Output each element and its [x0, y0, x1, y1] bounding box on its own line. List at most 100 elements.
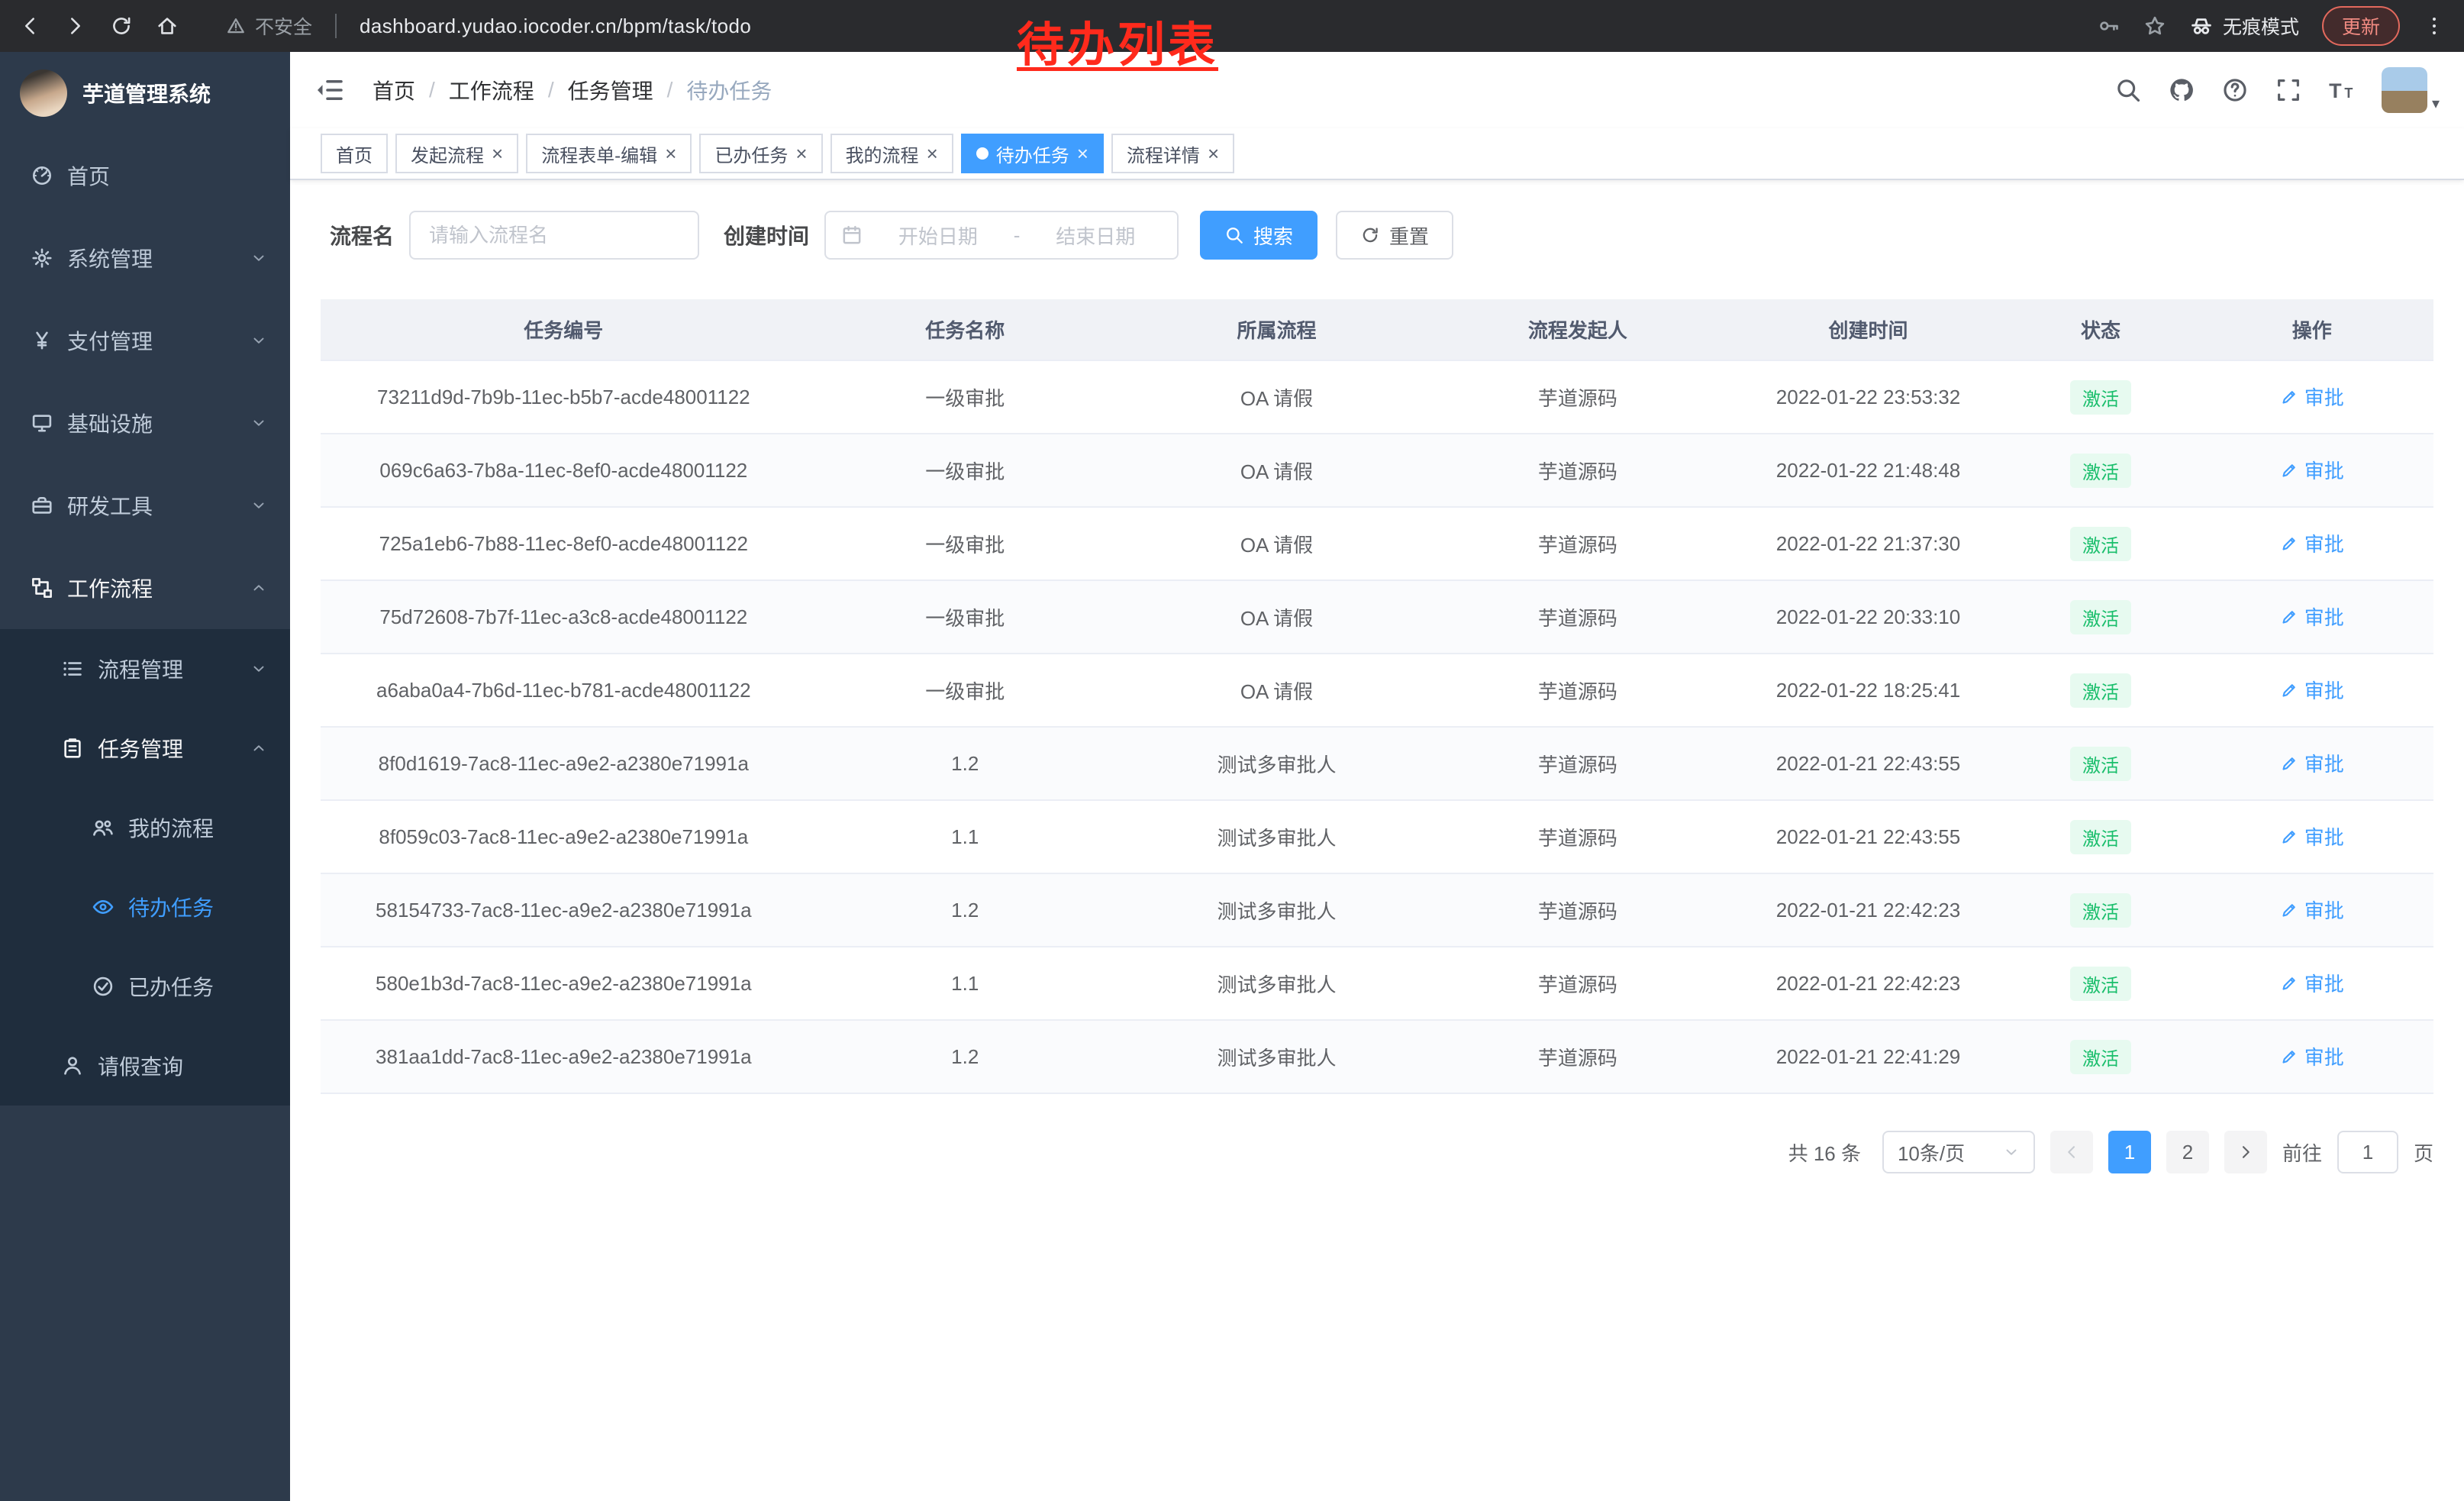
reset-button[interactable]: 重置 — [1336, 211, 1453, 260]
date-range-picker[interactable]: 开始日期 - 结束日期 — [824, 211, 1179, 260]
approve-link[interactable]: 审批 — [2280, 383, 2344, 411]
approve-link[interactable]: 审批 — [2280, 1042, 2344, 1070]
tab-0[interactable]: 首页 — [321, 134, 388, 173]
address-bar[interactable]: dashboard.yudao.iocoder.cn/bpm/task/todo — [360, 15, 751, 38]
approve-link[interactable]: 审批 — [2280, 896, 2344, 924]
sidebar-item-label: 基础设施 — [67, 408, 153, 438]
tab-5[interactable]: 待办任务 × — [961, 134, 1104, 173]
chevron-left-icon — [2062, 1143, 2081, 1161]
security-indicator[interactable]: 不安全 — [226, 12, 312, 40]
table-row-2: 725a1eb6-7b88-11ec-8ef0-acde48001122一级审批… — [321, 507, 2433, 580]
visited-tabs-bar: 首页发起流程×流程表单-编辑×已办任务×我的流程×待办任务×流程详情× — [290, 128, 2464, 180]
sidebar-item-9[interactable]: 待办任务 — [0, 867, 290, 947]
search-button-label: 搜索 — [1253, 221, 1293, 250]
cell-initiator: 芋道源码 — [1430, 1020, 1726, 1093]
page-button-2[interactable]: 2 — [2166, 1131, 2209, 1173]
next-page-button[interactable] — [2224, 1131, 2267, 1173]
page-button-1[interactable]: 1 — [2108, 1131, 2151, 1173]
breadcrumb-item-1[interactable]: 工作流程 — [449, 75, 534, 105]
page-size-select[interactable]: 10条/页 — [1882, 1131, 2035, 1173]
close-icon[interactable]: × — [1077, 144, 1088, 163]
sidebar-item-8[interactable]: 我的流程 — [0, 788, 290, 867]
sidebar-item-5[interactable]: 工作流程 — [0, 547, 290, 629]
back-icon[interactable] — [18, 15, 41, 37]
help-icon[interactable] — [2221, 76, 2249, 104]
sidebar-item-2[interactable]: 支付管理 — [0, 299, 290, 382]
status-badge: 激活 — [2070, 1040, 2131, 1074]
chevron-down-icon — [2003, 1144, 2020, 1160]
close-icon[interactable]: × — [795, 144, 807, 163]
prev-page-button[interactable] — [2050, 1131, 2093, 1173]
sidebar-item-10[interactable]: 已办任务 — [0, 947, 290, 1026]
chevron-down-icon — [250, 332, 267, 349]
close-icon[interactable]: × — [665, 144, 676, 163]
search-icon[interactable] — [2114, 76, 2142, 104]
approve-label: 审批 — [2304, 822, 2344, 851]
tab-4[interactable]: 我的流程× — [830, 134, 953, 173]
sidebar-item-3[interactable]: 基础设施 — [0, 382, 290, 464]
kebab-menu-icon[interactable] — [2423, 15, 2446, 37]
github-icon[interactable] — [2168, 76, 2195, 104]
approve-link[interactable]: 审批 — [2280, 602, 2344, 631]
sidebar-item-0[interactable]: 首页 — [0, 134, 290, 217]
process-name-input[interactable] — [409, 211, 699, 260]
home-icon[interactable] — [156, 15, 179, 37]
fullscreen-icon[interactable] — [2275, 76, 2302, 104]
workflow-icon — [31, 576, 53, 599]
people-icon — [92, 816, 114, 839]
cell-task-id: 580e1b3d-7ac8-11ec-a9e2-a2380e71991a — [321, 947, 807, 1020]
goto-page-input[interactable] — [2337, 1131, 2398, 1173]
tab-3[interactable]: 已办任务× — [699, 134, 822, 173]
approve-link[interactable]: 审批 — [2280, 749, 2344, 777]
status-badge: 激活 — [2070, 967, 2131, 1001]
sidebar-item-1[interactable]: 系统管理 — [0, 217, 290, 299]
approve-link[interactable]: 审批 — [2280, 676, 2344, 704]
status-badge: 激活 — [2070, 747, 2131, 781]
reload-icon[interactable] — [110, 15, 133, 37]
cell-task-name: 一级审批 — [807, 360, 1124, 434]
tab-label: 待办任务 — [996, 140, 1069, 167]
user-menu[interactable]: ▾ — [2382, 67, 2440, 113]
approve-link[interactable]: 审批 — [2280, 822, 2344, 851]
approve-link[interactable]: 审批 — [2280, 456, 2344, 484]
cell-initiator: 芋道源码 — [1430, 360, 1726, 434]
security-label: 不安全 — [255, 12, 312, 40]
cell-process: 测试多审批人 — [1124, 1020, 1430, 1093]
sidebar-item-6[interactable]: 流程管理 — [0, 629, 290, 709]
avatar[interactable] — [2382, 67, 2427, 113]
sidebar-item-7[interactable]: 任务管理 — [0, 709, 290, 788]
close-icon[interactable]: × — [927, 144, 938, 163]
tab-2[interactable]: 流程表单-编辑× — [526, 134, 692, 173]
cell-created: 2022-01-21 22:43:55 — [1726, 800, 2011, 873]
search-button[interactable]: 搜索 — [1200, 211, 1317, 260]
cell-initiator: 芋道源码 — [1430, 654, 1726, 727]
key-icon[interactable] — [2098, 15, 2121, 37]
sidebar-fold-icon[interactable] — [314, 75, 345, 105]
approve-label: 审批 — [2304, 896, 2344, 924]
forward-icon[interactable] — [64, 15, 87, 37]
breadcrumb-item-0[interactable]: 首页 — [373, 75, 415, 105]
app-logo[interactable]: 芋道管理系统 — [0, 52, 290, 134]
tab-1[interactable]: 发起流程× — [395, 134, 518, 173]
yen-icon — [31, 329, 53, 352]
range-separator: - — [1014, 224, 1021, 247]
close-icon[interactable]: × — [1208, 144, 1219, 163]
close-icon[interactable]: × — [492, 144, 503, 163]
update-button[interactable]: 更新 — [2322, 6, 2400, 46]
column-header-0: 任务编号 — [321, 299, 807, 360]
cell-initiator: 芋道源码 — [1430, 727, 1726, 800]
approve-link[interactable]: 审批 — [2280, 529, 2344, 557]
font-size-icon[interactable]: TT — [2328, 76, 2356, 104]
pagination: 共 16 条 10条/页 12 前往 页 — [321, 1131, 2433, 1173]
cell-process: 测试多审批人 — [1124, 800, 1430, 873]
tab-6[interactable]: 流程详情× — [1111, 134, 1234, 173]
breadcrumb-item-2[interactable]: 任务管理 — [568, 75, 653, 105]
star-icon[interactable] — [2143, 15, 2166, 37]
approve-label: 审批 — [2304, 529, 2344, 557]
refresh-icon — [1360, 225, 1380, 245]
sidebar-item-11[interactable]: 请假查询 — [0, 1026, 290, 1106]
approve-link[interactable]: 审批 — [2280, 969, 2344, 997]
sidebar-item-4[interactable]: 研发工具 — [0, 464, 290, 547]
cell-process: OA 请假 — [1124, 507, 1430, 580]
status-badge: 激活 — [2070, 820, 2131, 854]
